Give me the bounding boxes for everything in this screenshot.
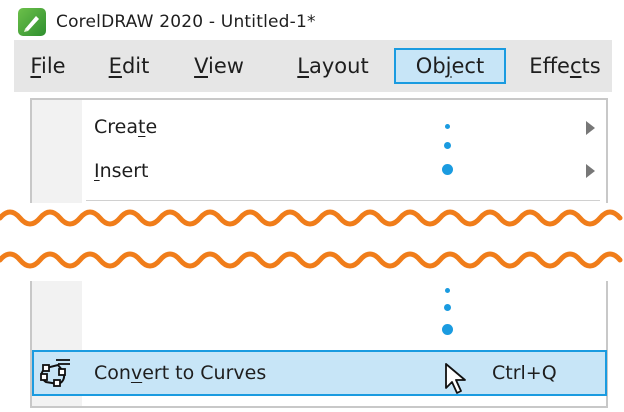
ellipsis-dot bbox=[444, 142, 451, 149]
menu-item-convert-to-curves[interactable]: Convert to Curves Ctrl+Q bbox=[32, 350, 607, 396]
menu-object[interactable]: Object bbox=[394, 48, 506, 84]
menu-effects-suffix: ts bbox=[581, 54, 601, 78]
menu-edit-mnemonic: E bbox=[108, 54, 122, 78]
wavy-break-lines bbox=[0, 209, 623, 269]
create-suffix: e bbox=[145, 116, 158, 138]
ellipsis-dot bbox=[442, 164, 453, 175]
menu-edit[interactable]: Edit bbox=[104, 48, 154, 84]
menu-file-mnemonic: F bbox=[30, 54, 41, 78]
menu-layout[interactable]: Layout bbox=[290, 48, 376, 84]
insert-suffix: nsert bbox=[99, 160, 149, 182]
menu-object-suffix: ect bbox=[451, 54, 485, 78]
mouse-pointer-icon bbox=[444, 362, 472, 402]
ellipsis-dot bbox=[445, 288, 450, 293]
ellipsis-dot bbox=[445, 124, 450, 129]
menu-bar: File Edit View Layout Object Effects bbox=[14, 40, 612, 92]
convert-prefix: Con bbox=[94, 362, 131, 384]
menu-effects-prefix: Effe bbox=[529, 54, 570, 78]
chevron-right-icon bbox=[586, 164, 595, 178]
menu-edit-suffix: dit bbox=[121, 54, 150, 78]
convert-mnemonic: v bbox=[130, 362, 143, 384]
menu-view-mnemonic: V bbox=[194, 54, 208, 78]
menu-file[interactable]: File bbox=[28, 48, 68, 84]
create-prefix: Crea bbox=[94, 116, 138, 138]
ellipsis-dot bbox=[444, 304, 451, 311]
menu-layout-mnemonic: L bbox=[297, 54, 309, 78]
menu-separator bbox=[86, 200, 600, 201]
menu-effects-mnemonic: c bbox=[569, 54, 582, 78]
menu-item-create[interactable]: Create bbox=[94, 116, 157, 138]
menu-view[interactable]: View bbox=[190, 48, 248, 84]
menu-effects[interactable]: Effects bbox=[522, 48, 608, 84]
shortcut-label: Ctrl+Q bbox=[492, 362, 557, 384]
convert-to-curves-icon bbox=[38, 356, 72, 394]
title-bar: CorelDRAW 2020 - Untitled-1* bbox=[14, 6, 612, 38]
ellipsis-dot bbox=[442, 324, 453, 335]
menu-item-insert[interactable]: Insert bbox=[94, 160, 149, 182]
window-title: CorelDRAW 2020 - Untitled-1* bbox=[56, 12, 316, 32]
menu-file-suffix: ile bbox=[40, 54, 66, 78]
convert-suffix: ert to Curves bbox=[142, 362, 267, 384]
convert-to-curves-label: Convert to Curves bbox=[94, 362, 266, 384]
coreldraw-app-icon bbox=[18, 8, 46, 36]
content-break bbox=[0, 203, 624, 281]
menu-layout-suffix: ayout bbox=[309, 54, 369, 78]
menu-view-suffix: iew bbox=[207, 54, 244, 78]
chevron-right-icon bbox=[586, 121, 595, 135]
menu-object-prefix: Ob bbox=[415, 54, 446, 78]
